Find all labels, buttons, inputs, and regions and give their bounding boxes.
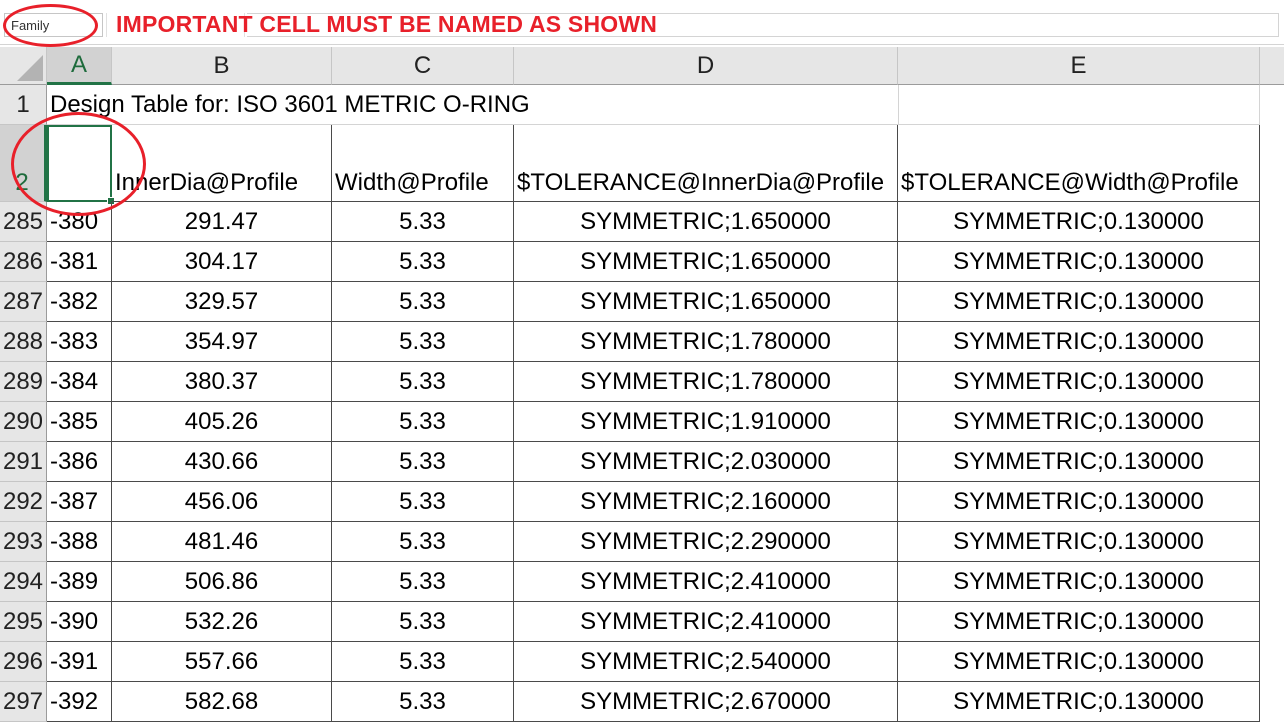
- cell-a[interactable]: -380: [47, 202, 112, 242]
- row-header[interactable]: 285: [0, 202, 47, 242]
- column-header-f[interactable]: [1260, 47, 1284, 85]
- row-header[interactable]: 287: [0, 282, 47, 322]
- cell-b[interactable]: 506.86: [112, 562, 332, 602]
- cell-b[interactable]: 557.66: [112, 642, 332, 682]
- formula-bar: IMPORTANT CELL MUST BE NAMED AS SHOWN: [0, 0, 1284, 45]
- row-header[interactable]: 297: [0, 682, 47, 722]
- cell-b[interactable]: 291.47: [112, 202, 332, 242]
- row-header-selected[interactable]: 2: [0, 125, 47, 202]
- row-header[interactable]: 295: [0, 602, 47, 642]
- cell-c[interactable]: 5.33: [332, 602, 514, 642]
- cell-b[interactable]: 481.46: [112, 522, 332, 562]
- cell-d[interactable]: SYMMETRIC;1.910000: [514, 402, 898, 442]
- design-table-title-cell[interactable]: Design Table for: ISO 3601 METRIC O-RING: [47, 85, 898, 125]
- cell-c[interactable]: 5.33: [332, 242, 514, 282]
- row-header[interactable]: 289: [0, 362, 47, 402]
- cell-b[interactable]: 532.26: [112, 602, 332, 642]
- cell-e[interactable]: SYMMETRIC;0.130000: [898, 442, 1260, 482]
- cell-e[interactable]: SYMMETRIC;0.130000: [898, 362, 1260, 402]
- cell-e[interactable]: SYMMETRIC;0.130000: [898, 322, 1260, 362]
- cell-e[interactable]: SYMMETRIC;0.130000: [898, 402, 1260, 442]
- cell-c[interactable]: 5.33: [332, 562, 514, 602]
- cell-a[interactable]: -381: [47, 242, 112, 282]
- row-header[interactable]: 296: [0, 642, 47, 682]
- cell-c[interactable]: 5.33: [332, 442, 514, 482]
- cell-a[interactable]: -385: [47, 402, 112, 442]
- header-cell-e2[interactable]: $TOLERANCE@Width@Profile: [898, 125, 1260, 202]
- cell-a[interactable]: -387: [47, 482, 112, 522]
- row-header[interactable]: 294: [0, 562, 47, 602]
- header-cell-c2[interactable]: Width@Profile: [332, 125, 514, 202]
- cell-c[interactable]: 5.33: [332, 322, 514, 362]
- header-cell-b2[interactable]: InnerDia@Profile: [112, 125, 332, 202]
- cell-a[interactable]: -383: [47, 322, 112, 362]
- cell-a[interactable]: -391: [47, 642, 112, 682]
- column-header-e[interactable]: E: [898, 47, 1260, 85]
- cell-d[interactable]: SYMMETRIC;2.410000: [514, 602, 898, 642]
- cell-e[interactable]: SYMMETRIC;0.130000: [898, 202, 1260, 242]
- cell-b[interactable]: 354.97: [112, 322, 332, 362]
- cell-d[interactable]: SYMMETRIC;2.290000: [514, 522, 898, 562]
- row-header[interactable]: 288: [0, 322, 47, 362]
- row-header[interactable]: 292: [0, 482, 47, 522]
- cell-c[interactable]: 5.33: [332, 642, 514, 682]
- formula-bar-divider: [106, 13, 107, 37]
- cell-d[interactable]: SYMMETRIC;1.650000: [514, 202, 898, 242]
- column-header-d[interactable]: D: [514, 47, 898, 85]
- cell-d[interactable]: SYMMETRIC;2.160000: [514, 482, 898, 522]
- cell-c[interactable]: 5.33: [332, 282, 514, 322]
- cell-c[interactable]: 5.33: [332, 482, 514, 522]
- cell-a[interactable]: -392: [47, 682, 112, 722]
- column-header-c[interactable]: C: [332, 47, 514, 85]
- cell-d[interactable]: SYMMETRIC;1.780000: [514, 362, 898, 402]
- name-box[interactable]: [4, 13, 103, 37]
- row-header[interactable]: 290: [0, 402, 47, 442]
- header-cell-d2[interactable]: $TOLERANCE@InnerDia@Profile: [514, 125, 898, 202]
- cell-d[interactable]: SYMMETRIC;2.540000: [514, 642, 898, 682]
- cell-e[interactable]: SYMMETRIC;0.130000: [898, 482, 1260, 522]
- cell-c[interactable]: 5.33: [332, 682, 514, 722]
- cell-e[interactable]: SYMMETRIC;0.130000: [898, 682, 1260, 722]
- cell-a[interactable]: -389: [47, 562, 112, 602]
- cell-e[interactable]: SYMMETRIC;0.130000: [898, 282, 1260, 322]
- cell-a[interactable]: -382: [47, 282, 112, 322]
- cell-c[interactable]: 5.33: [332, 362, 514, 402]
- cell-e[interactable]: SYMMETRIC;0.130000: [898, 242, 1260, 282]
- cell-c[interactable]: 5.33: [332, 522, 514, 562]
- cell-e1[interactable]: [898, 85, 1260, 125]
- column-header-b[interactable]: B: [112, 47, 332, 85]
- cell-d[interactable]: SYMMETRIC;1.780000: [514, 322, 898, 362]
- cell-e[interactable]: SYMMETRIC;0.130000: [898, 642, 1260, 682]
- cell-a[interactable]: -390: [47, 602, 112, 642]
- column-header-a[interactable]: A: [47, 47, 112, 85]
- cell-e[interactable]: SYMMETRIC;0.130000: [898, 562, 1260, 602]
- family-cell-a2[interactable]: [47, 125, 112, 202]
- cell-b[interactable]: 329.57: [112, 282, 332, 322]
- cell-d[interactable]: SYMMETRIC;1.650000: [514, 242, 898, 282]
- cell-e[interactable]: SYMMETRIC;0.130000: [898, 602, 1260, 642]
- cell-a[interactable]: -386: [47, 442, 112, 482]
- cell-d[interactable]: SYMMETRIC;2.410000: [514, 562, 898, 602]
- cell-b[interactable]: 430.66: [112, 442, 332, 482]
- cell-d[interactable]: SYMMETRIC;2.670000: [514, 682, 898, 722]
- cell-b[interactable]: 380.37: [112, 362, 332, 402]
- cell-c[interactable]: 5.33: [332, 402, 514, 442]
- row-header[interactable]: 293: [0, 522, 47, 562]
- cell-b[interactable]: 582.68: [112, 682, 332, 722]
- row-header[interactable]: 286: [0, 242, 47, 282]
- select-all-triangle-icon: [17, 55, 43, 81]
- cell-b[interactable]: 304.17: [112, 242, 332, 282]
- annotation-text: IMPORTANT CELL MUST BE NAMED AS SHOWN: [116, 11, 658, 37]
- cell-b[interactable]: 405.26: [112, 402, 332, 442]
- cell-b[interactable]: 456.06: [112, 482, 332, 522]
- cell-d[interactable]: SYMMETRIC;2.030000: [514, 442, 898, 482]
- cell-e[interactable]: SYMMETRIC;0.130000: [898, 522, 1260, 562]
- cell-a[interactable]: -384: [47, 362, 112, 402]
- row-header[interactable]: 1: [0, 85, 47, 125]
- cell-d[interactable]: SYMMETRIC;1.650000: [514, 282, 898, 322]
- select-all-corner[interactable]: [0, 47, 47, 85]
- cell-a[interactable]: -388: [47, 522, 112, 562]
- cell-c[interactable]: 5.33: [332, 202, 514, 242]
- row-header[interactable]: 291: [0, 442, 47, 482]
